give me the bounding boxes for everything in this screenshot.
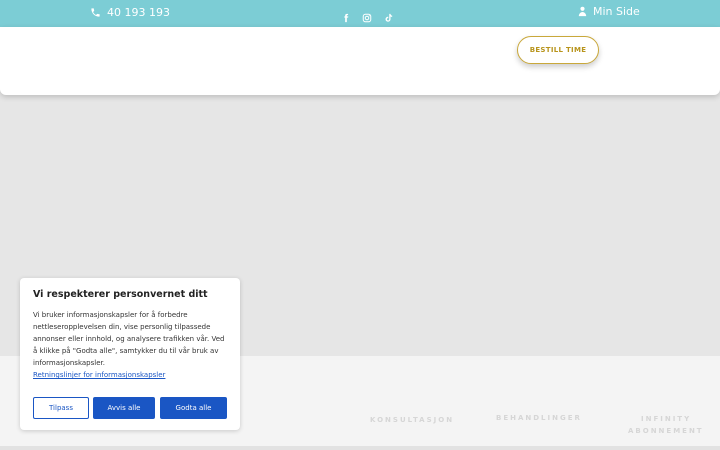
top-bar: 40 193 193 Min Side [0, 0, 720, 27]
footer-link-behandlinger[interactable]: BEHANDLINGER [496, 414, 582, 422]
phone-link[interactable]: 40 193 193 [90, 6, 170, 19]
cookie-title: Vi respekterer personvernet ditt [33, 289, 208, 300]
site-header [0, 27, 720, 95]
min-side-link[interactable]: Min Side [577, 5, 640, 18]
phone-icon [91, 8, 100, 17]
footer-link-konsultasjon[interactable]: KONSULTASJON [370, 416, 454, 424]
min-side-label: Min Side [593, 5, 640, 18]
instagram-icon[interactable] [362, 8, 372, 23]
cookie-policy-link[interactable]: Retningslinjer for informasjonskapsler [33, 371, 227, 379]
cookie-body: Vi bruker informasjonskapsler for å forb… [33, 311, 225, 367]
reject-all-button[interactable]: Avvis alle [93, 397, 155, 419]
tiktok-icon[interactable] [383, 8, 393, 22]
social-links [341, 8, 393, 23]
bestill-time-button[interactable]: BESTILL TIME [517, 36, 599, 64]
accept-all-button[interactable]: Godta alle [160, 397, 227, 419]
footer-divider [0, 446, 720, 450]
footer-link-abonnement[interactable]: ABONNEMENT [628, 427, 704, 435]
user-icon [578, 6, 587, 17]
customize-button[interactable]: Tilpass [33, 397, 89, 419]
cookie-consent-dialog: Vi respekterer personvernet ditt Vi bruk… [20, 278, 240, 430]
facebook-icon[interactable] [341, 8, 351, 23]
phone-number: 40 193 193 [107, 6, 170, 19]
footer-link-infinity[interactable]: INFINITY [641, 415, 691, 423]
